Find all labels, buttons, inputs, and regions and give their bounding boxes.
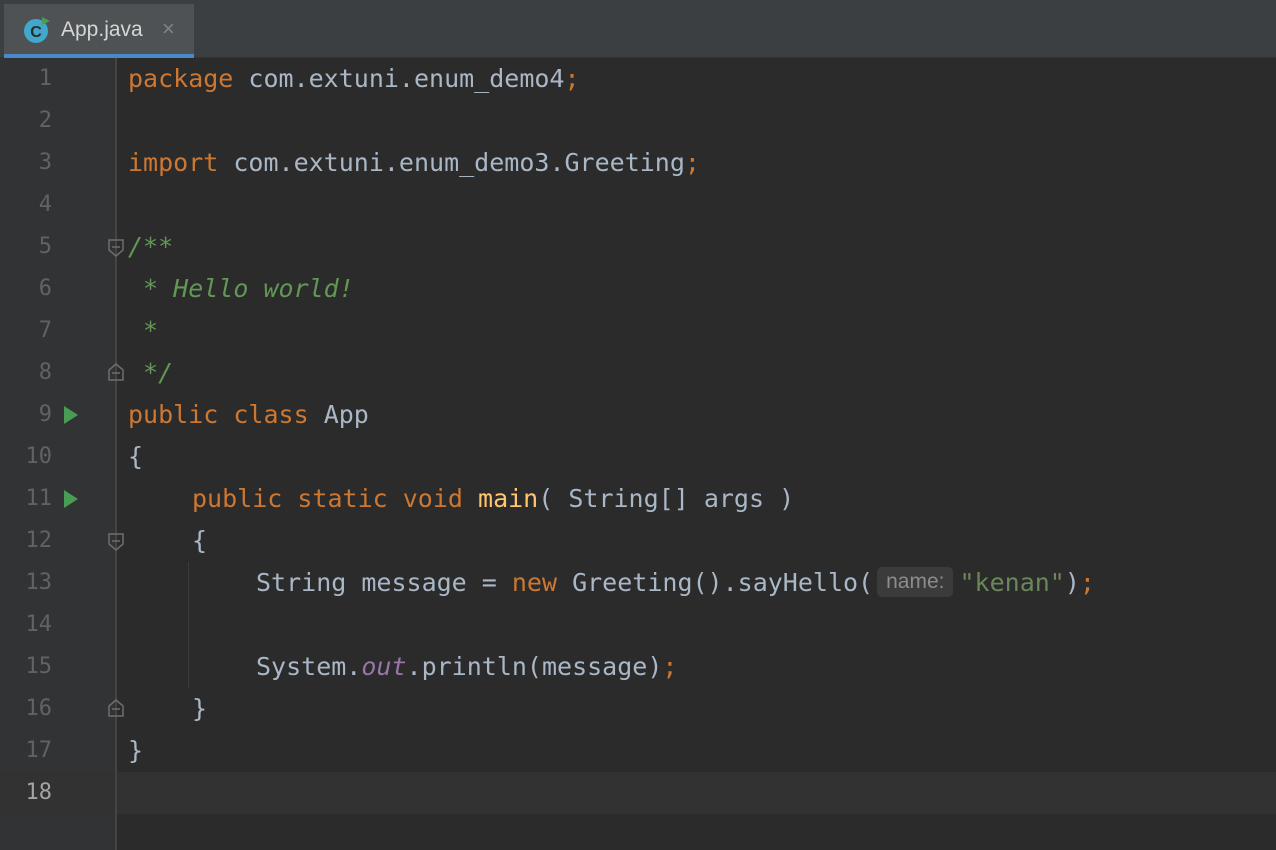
fold-close-icon[interactable] xyxy=(107,698,125,718)
code-line-8[interactable]: */ xyxy=(128,352,173,394)
line-number: 17 xyxy=(25,738,53,763)
keyword: new xyxy=(511,568,558,597)
tab-app-java[interactable]: C App.java × xyxy=(4,4,194,58)
code-line-6[interactable]: * Hello world! xyxy=(128,268,354,310)
line-number: 1 xyxy=(38,66,52,91)
code-line-3[interactable]: import com.extuni.enum_demo3.Greeting; xyxy=(128,142,700,184)
method-name: main xyxy=(478,484,539,513)
svg-text:C: C xyxy=(30,24,42,41)
code-line-1[interactable]: package com.extuni.enum_demo4; xyxy=(128,58,580,100)
semicolon: ; xyxy=(662,652,678,681)
line-number: 16 xyxy=(25,696,53,721)
indent-guide xyxy=(188,562,189,688)
code-line-16[interactable]: } xyxy=(192,688,207,730)
keyword: class xyxy=(233,400,309,429)
line-number: 7 xyxy=(38,318,52,343)
line-number: 13 xyxy=(25,570,53,595)
class-name: App xyxy=(323,400,369,429)
fold-close-icon[interactable] xyxy=(107,362,125,382)
fold-open-icon[interactable] xyxy=(107,238,125,258)
string-literal: "kenan" xyxy=(959,568,1065,597)
keyword: package xyxy=(128,64,234,93)
params: ( String[] args ) xyxy=(538,484,795,513)
keyword: public xyxy=(128,400,219,429)
line-number: 14 xyxy=(25,612,53,637)
line-number: 5 xyxy=(38,234,52,259)
keyword: void xyxy=(402,484,463,513)
semicolon: ; xyxy=(684,148,700,177)
static-field: out xyxy=(361,652,407,681)
close-icon[interactable]: × xyxy=(162,16,175,42)
code-line-9[interactable]: public class App xyxy=(128,394,369,436)
code-text: String message = xyxy=(256,568,512,597)
semicolon: ; xyxy=(564,64,580,93)
code-line-13[interactable]: String message = new Greeting().sayHello… xyxy=(256,562,1095,604)
tab-label: App.java xyxy=(61,18,143,41)
line-number: 15 xyxy=(25,654,53,679)
code-text: .println(message) xyxy=(406,652,663,681)
keyword: import xyxy=(128,148,219,177)
fold-open-icon[interactable] xyxy=(107,532,125,552)
code-line-15[interactable]: System.out.println(message); xyxy=(256,646,677,688)
code-text: Greeting().sayHello( xyxy=(557,568,874,597)
code-line-5[interactable]: /** xyxy=(128,226,173,268)
code-line-10[interactable]: { xyxy=(128,436,143,478)
line-number: 12 xyxy=(25,528,53,553)
java-class-icon: C xyxy=(24,17,50,43)
code-line-17[interactable]: } xyxy=(128,730,143,772)
current-line-highlight xyxy=(0,772,1276,814)
code-line-7[interactable]: * xyxy=(128,310,158,352)
package-name: com.extuni.enum_demo4 xyxy=(233,64,565,93)
code-line-12[interactable]: { xyxy=(192,520,207,562)
line-number: 11 xyxy=(25,486,53,511)
line-number: 4 xyxy=(38,192,52,217)
line-number: 8 xyxy=(38,360,52,385)
line-number-current: 18 xyxy=(25,780,53,805)
line-number: 3 xyxy=(38,150,52,175)
semicolon: ; xyxy=(1079,568,1095,597)
keyword: public xyxy=(192,484,283,513)
gutter-separator xyxy=(115,58,117,850)
code-text: System. xyxy=(256,652,362,681)
run-class-icon[interactable] xyxy=(64,406,78,424)
code-editor[interactable]: 1 2 3 4 5 6 7 8 9 10 11 12 13 14 15 16 1… xyxy=(0,58,1276,850)
line-number: 6 xyxy=(38,276,52,301)
line-number: 10 xyxy=(25,444,53,469)
keyword: static xyxy=(297,484,388,513)
import-path: com.extuni.enum_demo3.Greeting xyxy=(218,148,685,177)
code-text: ) xyxy=(1064,568,1080,597)
line-number: 2 xyxy=(38,108,52,133)
run-main-icon[interactable] xyxy=(64,490,78,508)
parameter-hint: name: xyxy=(877,567,954,597)
editor-tab-bar: C App.java × xyxy=(0,0,1276,58)
line-number: 9 xyxy=(38,402,52,427)
code-line-11[interactable]: public static void main( String[] args ) xyxy=(192,478,794,520)
